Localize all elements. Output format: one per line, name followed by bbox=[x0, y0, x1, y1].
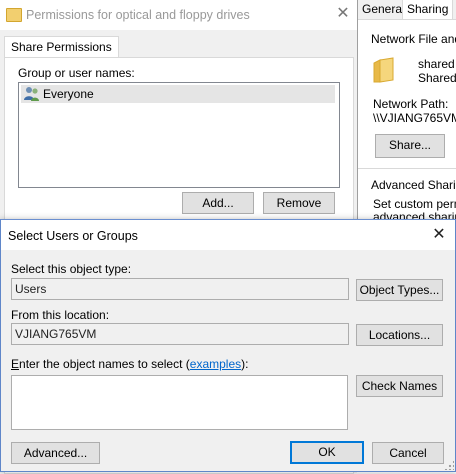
folder-icon bbox=[6, 8, 22, 22]
resize-grip-icon[interactable] bbox=[444, 460, 454, 470]
dialog-title: Select Users or Groups bbox=[8, 229, 138, 243]
object-type-label: Select this object type: bbox=[11, 262, 132, 276]
share-state: Shared bbox=[418, 71, 456, 85]
tab-sharing[interactable]: Sharing bbox=[402, 0, 454, 21]
network-path-label: Network Path: bbox=[373, 97, 449, 111]
list-item-label: Everyone bbox=[43, 87, 94, 101]
location-field: VJIANG765VM bbox=[11, 323, 349, 345]
advanced-section-heading: Advanced Sharing bbox=[371, 178, 456, 192]
users-group-icon bbox=[23, 86, 41, 102]
locations-button[interactable]: Locations... bbox=[356, 324, 443, 346]
ok-button[interactable]: OK bbox=[290, 441, 364, 464]
select-users-titlebar: Select Users or Groups ✕ bbox=[1, 220, 455, 250]
list-item[interactable]: Everyone bbox=[21, 85, 335, 103]
group-user-list[interactable]: Everyone bbox=[18, 82, 340, 188]
advanced-button[interactable]: Advanced... bbox=[11, 442, 100, 464]
share-name: shared f bbox=[418, 57, 456, 71]
close-icon[interactable]: ✕ bbox=[427, 224, 451, 246]
tab-share-permissions[interactable]: Share Permissions bbox=[4, 36, 119, 59]
group-user-label: Group or user names: bbox=[18, 66, 135, 80]
permissions-titlebar: Permissions for optical and floppy drive… bbox=[0, 0, 357, 30]
close-icon[interactable]: ✕ bbox=[334, 4, 352, 24]
object-type-field: Users bbox=[11, 278, 349, 300]
share-button[interactable]: Share... bbox=[375, 134, 445, 158]
label-text: nter the object names to select ( bbox=[19, 357, 190, 371]
folder-icon bbox=[371, 56, 401, 83]
cancel-button[interactable]: Cancel bbox=[372, 442, 444, 464]
check-names-button[interactable]: Check Names bbox=[356, 375, 443, 397]
network-path-value: \\VJIANG765VM bbox=[373, 111, 456, 125]
network-section-heading: Network File and bbox=[371, 32, 456, 46]
object-names-label: Enter the object names to select (exampl… bbox=[11, 357, 248, 371]
label-suffix: ): bbox=[241, 357, 249, 371]
select-users-dialog: Select Users or Groups ✕ Select this obj… bbox=[0, 219, 456, 472]
permissions-title: Permissions for optical and floppy drive… bbox=[26, 8, 250, 22]
mnemonic-letter: E bbox=[11, 357, 20, 371]
advanced-description-line1: Set custom permis bbox=[373, 197, 456, 211]
remove-button[interactable]: Remove bbox=[263, 192, 335, 214]
section-divider bbox=[357, 168, 456, 169]
object-names-input[interactable] bbox=[11, 375, 348, 430]
location-label: From this location: bbox=[11, 308, 110, 322]
object-types-button[interactable]: Object Types... bbox=[356, 279, 443, 301]
add-button[interactable]: Add... bbox=[182, 192, 254, 214]
examples-link[interactable]: examples bbox=[190, 357, 241, 371]
